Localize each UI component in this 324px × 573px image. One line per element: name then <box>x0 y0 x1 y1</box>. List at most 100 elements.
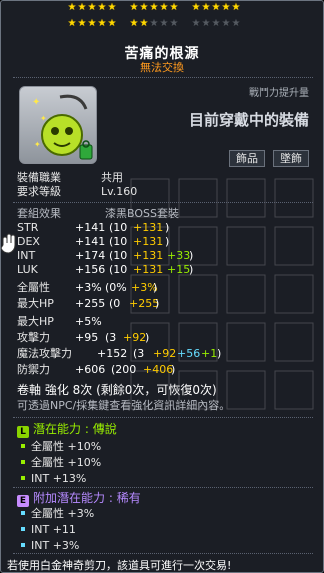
set-effect-value: 漆黑BOSS套裝 <box>105 207 179 220</box>
star-empty-icon: ★ <box>159 18 169 29</box>
bullet-icon <box>21 511 25 515</box>
stat-label: 魔法攻擊力 <box>17 347 72 360</box>
job-requirement-row: 裝備職業 共用 <box>17 171 123 185</box>
set-effect-row: 套組效果 漆黑BOSS套裝 <box>17 207 179 221</box>
stat-close: ) <box>153 281 158 294</box>
stat-row-magic-attack: 魔法攻擊力 +152 (3 +92 +56 +1 ) <box>17 347 221 361</box>
potential-line-text: 全屬性 +10% <box>31 440 102 453</box>
stat-label: 全屬性 <box>17 281 50 294</box>
star-icon: ★ <box>67 18 77 29</box>
level-requirement-row: 要求等級 Lv.160 <box>17 185 137 199</box>
potential-title-label: 潛在能力 : <box>33 422 89 436</box>
additional-potential-title: E 附加潛在能力 : 稀有 <box>17 491 141 507</box>
star-icon: ★ <box>149 2 159 13</box>
star-empty-icon: ★ <box>149 18 159 29</box>
item-tooltip: ★ ★ ★ ★ ★ ★ ★ ★ ★ ★ ★ ★ ★ ★ ★ ★ ★ ★ ★ ★ ★ ★ ★ ★ ★ ★ ★ ★ ★ ★ 苦痛的根… <box>0 0 324 573</box>
stat-base: (0% <box>105 281 127 294</box>
stat-star-bonus: +131 <box>133 221 164 234</box>
stat-row-max-hp-percent: 最大HP +5% <box>17 315 102 329</box>
epic-grade-icon: E <box>17 495 29 507</box>
star-icon: ★ <box>191 2 201 13</box>
job-label: 裝備職業 <box>17 171 61 184</box>
job-value: 共用 <box>101 171 123 184</box>
star-empty-icon: ★ <box>201 18 211 29</box>
star-icon: ★ <box>231 2 241 13</box>
stat-row-luk: LUK +156 (10 +131 +15 ) <box>17 263 193 277</box>
star-empty-icon: ★ <box>211 18 221 29</box>
upgrade-info-note: 可透過NPC/採集鍵查看強化資訊詳細內容。 <box>17 399 231 412</box>
additional-potential-line: 全屬性 +3% <box>21 507 94 520</box>
stat-total: +141 <box>75 221 106 234</box>
stat-label: 防禦力 <box>17 363 50 376</box>
stat-label: 最大HP <box>17 315 54 328</box>
star-icon: ★ <box>77 18 87 29</box>
level-label: 要求等級 <box>17 185 61 198</box>
additional-potential-grade: 稀有 <box>116 491 141 505</box>
category-tag-pendant: 墜飾 <box>273 150 309 167</box>
stat-base: (10 <box>109 221 128 234</box>
stat-total: +5% <box>75 315 102 328</box>
divider <box>13 417 313 418</box>
stat-base: (10 <box>109 263 128 276</box>
potential-grade: 傳說 <box>92 422 117 436</box>
stat-total: +141 <box>75 235 106 248</box>
stat-star-bonus: +131 <box>133 263 164 276</box>
stat-row-all-stats: 全屬性 +3% (0% +3% ) <box>17 281 158 295</box>
stat-close: ) <box>189 249 194 262</box>
stat-total: +3% <box>75 281 102 294</box>
trade-note: 若使用白金神奇剪刀，該道具可進行一次交易! <box>7 559 232 572</box>
stat-label: 攻擊力 <box>17 331 50 344</box>
stat-base: (3 <box>105 331 117 344</box>
potential-line: 全屬性 +10% <box>21 456 101 469</box>
star-icon: ★ <box>211 2 221 13</box>
star-icon: ★ <box>159 2 169 13</box>
stat-total: +156 <box>75 263 106 276</box>
star-icon: ★ <box>129 18 139 29</box>
star-icon: ★ <box>107 2 117 13</box>
star-force-row-2: ★ ★ ★ ★ ★ ★ ★ ★ ★ ★ ★ ★ ★ ★ ★ <box>67 19 267 31</box>
star-icon: ★ <box>97 18 107 29</box>
stat-close: ) <box>155 297 160 310</box>
pendant-icon: ✦ ✦ ✦ <box>32 94 93 160</box>
stat-potential-bonus: +33 <box>167 249 191 262</box>
star-icon: ★ <box>97 2 107 13</box>
star-icon: ★ <box>67 2 77 13</box>
stat-extra-bonus: +1 <box>201 347 218 360</box>
star-icon: ★ <box>221 2 231 13</box>
bullet-icon <box>21 476 25 480</box>
star-icon: ★ <box>87 18 97 29</box>
stat-close: ) <box>145 331 150 344</box>
star-icon: ★ <box>139 2 149 13</box>
star-icon: ★ <box>87 2 97 13</box>
stat-potential-bonus: +15 <box>167 263 191 276</box>
star-icon: ★ <box>201 2 211 13</box>
divider <box>13 202 313 203</box>
star-icon: ★ <box>129 2 139 13</box>
svg-text:✦: ✦ <box>32 97 40 108</box>
stat-label: LUK <box>17 263 38 276</box>
bullet-icon <box>21 460 25 464</box>
svg-text:✦: ✦ <box>34 140 41 149</box>
star-empty-icon: ★ <box>231 18 241 29</box>
potential-title: L 潛在能力 : 傳說 <box>17 422 117 438</box>
stat-base: (10 <box>109 249 128 262</box>
star-icon: ★ <box>169 2 179 13</box>
potential-line: INT +13% <box>21 472 86 485</box>
stat-total: +95 <box>75 331 99 344</box>
stat-row-max-hp: 最大HP +255 (0 +255 ) <box>17 297 159 311</box>
star-empty-icon: ★ <box>221 18 231 29</box>
stat-close: ) <box>189 263 194 276</box>
stat-label: 最大HP <box>17 297 54 310</box>
star-empty-icon: ★ <box>169 18 179 29</box>
level-value: Lv.160 <box>101 185 138 198</box>
stat-base: (0 <box>109 297 121 310</box>
potential-line-text: INT +13% <box>31 472 87 485</box>
additional-potential-line-text: INT +11 <box>31 523 76 536</box>
item-icon-frame: ✦ ✦ ✦ <box>19 86 97 164</box>
set-effect-label: 套組效果 <box>17 207 61 220</box>
stat-star-bonus: +131 <box>133 235 164 248</box>
stat-total: +606 <box>75 363 106 376</box>
star-icon: ★ <box>139 18 149 29</box>
additional-potential-line: INT +3% <box>21 539 79 552</box>
power-change-label: 戰鬥力提升量 <box>249 88 309 99</box>
